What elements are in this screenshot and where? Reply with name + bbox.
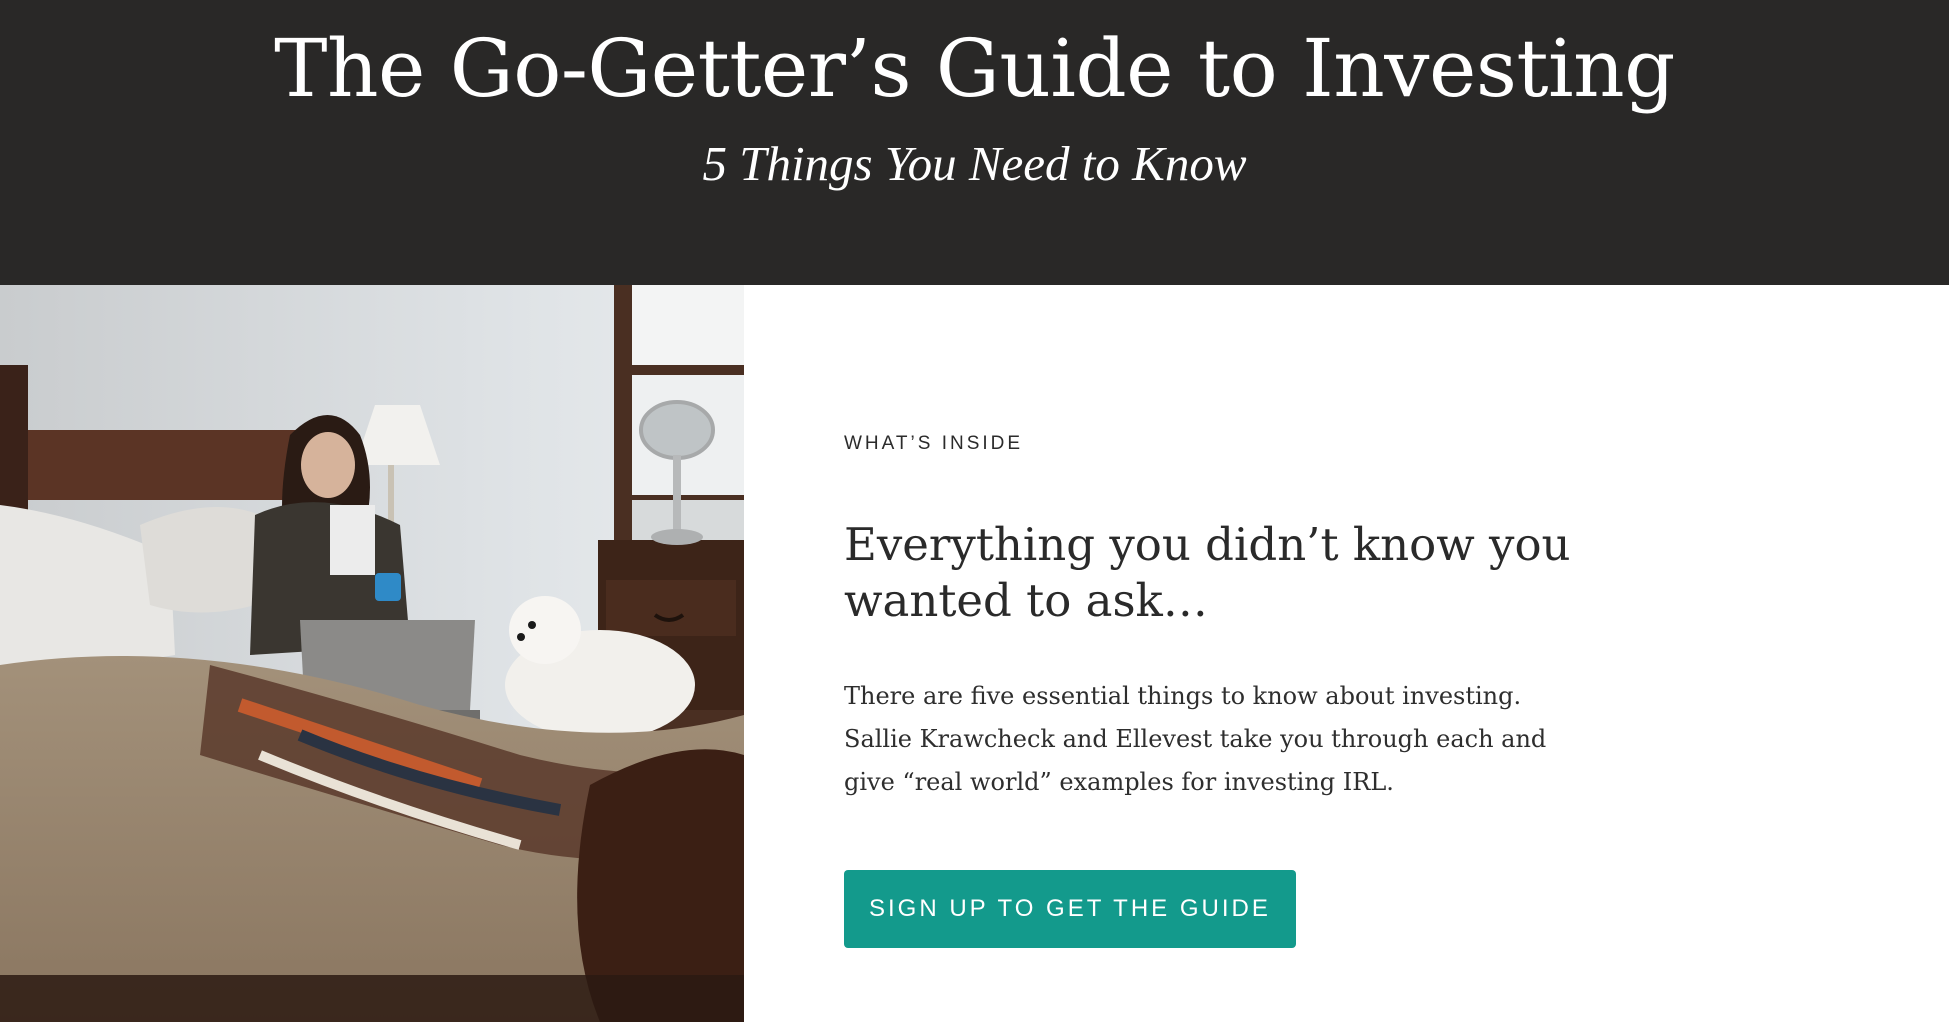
hero-photo <box>0 285 744 1022</box>
page-subtitle: 5 Things You Need to Know <box>702 136 1247 191</box>
section-headline: Everything you didn’t know you wanted to… <box>844 518 1571 627</box>
hero-banner: The Go-Getter’s Guide to Investing 5 Thi… <box>0 0 1949 285</box>
section-eyebrow: WHAT’S INSIDE <box>844 433 1024 454</box>
section-description: There are five essential things to know … <box>844 682 1547 796</box>
page-title: The Go-Getter’s Guide to Investing <box>274 22 1675 115</box>
sign-up-button[interactable]: SIGN UP TO GET THE GUIDE <box>844 870 1296 948</box>
